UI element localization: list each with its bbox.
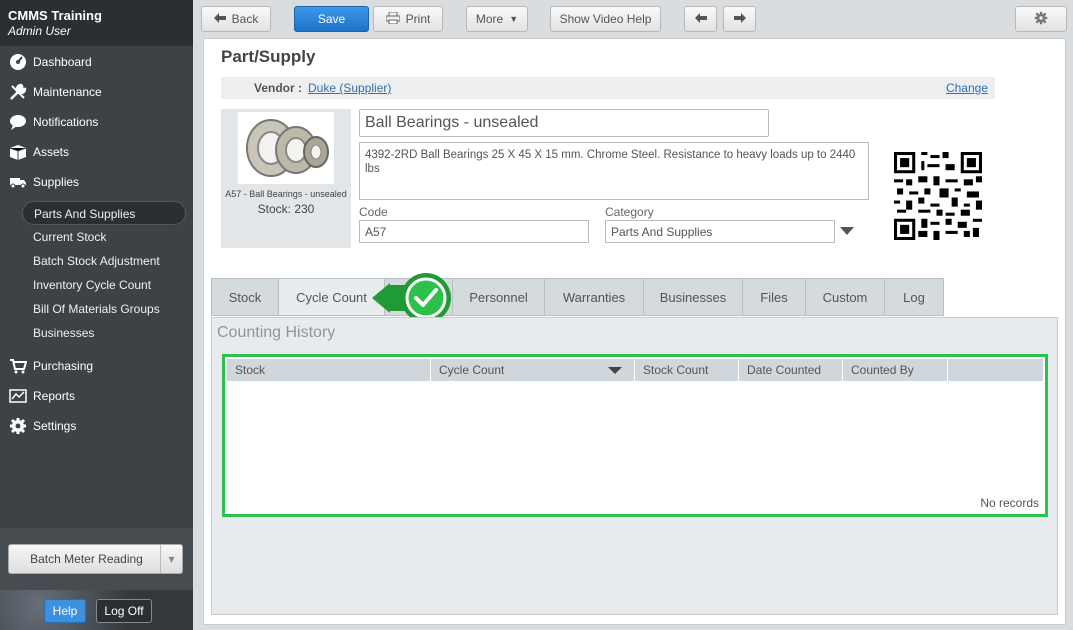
back-label: Back xyxy=(231,12,259,26)
part-image[interactable] xyxy=(238,112,334,184)
back-button[interactable]: Back xyxy=(201,6,271,32)
caret-down-icon: ▼ xyxy=(509,14,519,24)
show-video-help-button[interactable]: Show Video Help xyxy=(550,6,661,32)
category-label: Category xyxy=(605,205,654,219)
tab-personnel[interactable]: Personnel xyxy=(453,278,545,316)
save-button[interactable]: Save xyxy=(294,6,369,32)
code-input[interactable]: A57 xyxy=(359,220,589,243)
arrow-left-icon xyxy=(213,12,226,26)
printer-icon xyxy=(385,11,401,27)
tab-log[interactable]: Log xyxy=(885,278,944,316)
sidebar: CMMS Training Admin User Dashboard Maint… xyxy=(0,0,193,630)
sidebar-item-label: Reports xyxy=(33,389,76,403)
code-label: Code xyxy=(359,205,388,219)
print-label: Print xyxy=(405,12,431,26)
tab-files[interactable]: Files xyxy=(743,278,806,316)
gear-icon xyxy=(1034,11,1048,28)
sidebar-item-batch-stock-adjustment[interactable]: Batch Stock Adjustment xyxy=(0,249,193,273)
tab-businesses[interactable]: Businesses xyxy=(644,278,743,316)
sidebar-item-maintenance[interactable]: Maintenance xyxy=(0,77,193,107)
sidebar-item-label: Supplies xyxy=(33,175,80,189)
wrench-icon xyxy=(8,82,28,102)
sidebar-item-label: Assets xyxy=(33,145,70,159)
column-spacer xyxy=(948,359,1043,381)
next-record-button[interactable] xyxy=(723,6,756,32)
sidebar-item-label: Purchasing xyxy=(33,359,94,373)
chart-icon xyxy=(8,386,28,406)
settings-button[interactable] xyxy=(1015,6,1067,32)
sidebar-item-notifications[interactable]: Notifications xyxy=(0,107,193,137)
sidebar-item-label: Notifications xyxy=(33,115,99,129)
sidebar-item-label: Settings xyxy=(33,419,77,433)
tab-stock[interactable]: Stock xyxy=(211,278,279,316)
tab-warranties[interactable]: Warranties xyxy=(545,278,644,316)
counting-history-grid: Stock Cycle Count Stock Count Date Count… xyxy=(222,354,1048,517)
sidebar-item-inventory-cycle-count[interactable]: Inventory Cycle Count xyxy=(0,273,193,297)
sidebar-footer: Help Log Off xyxy=(0,590,193,630)
sidebar-item-settings[interactable]: Settings xyxy=(0,411,193,441)
column-stock-count[interactable]: Stock Count xyxy=(635,359,739,381)
tab-custom[interactable]: Custom xyxy=(806,278,885,316)
brand: CMMS Training Admin User xyxy=(0,0,193,46)
part-image-caption: A57 - Ball Bearings - unsealed xyxy=(225,189,347,199)
vendor-label: Vendor : xyxy=(254,81,303,95)
no-records-message: No records xyxy=(980,496,1039,510)
page-title: Part/Supply xyxy=(221,47,316,66)
sidebar-item-bill-of-materials-groups[interactable]: Bill Of Materials Groups xyxy=(0,297,193,321)
sidebar-item-current-stock[interactable]: Current Stock xyxy=(0,225,193,249)
grid-header: Stock Cycle Count Stock Count Date Count… xyxy=(227,359,1043,381)
arrow-left-icon xyxy=(694,12,707,26)
user-name: Admin User xyxy=(8,24,71,38)
sidebar-item-businesses[interactable]: Businesses xyxy=(0,321,193,345)
dashboard-icon xyxy=(8,52,28,72)
vendor-link[interactable]: Duke (Supplier) xyxy=(308,81,391,95)
app-title: CMMS Training xyxy=(8,8,102,23)
vendor-bar: Vendor : Duke (Supplier) Change xyxy=(221,77,995,99)
boxes-icon xyxy=(8,142,28,162)
counting-history-panel: Counting History Stock Cycle Count Stock… xyxy=(211,317,1058,615)
more-label: More xyxy=(475,12,504,26)
cart-icon xyxy=(8,356,28,376)
change-vendor-link[interactable]: Change xyxy=(946,81,988,95)
part-image-panel: A57 - Ball Bearings - unsealed Stock: 23… xyxy=(221,109,351,248)
tab-bar: Stock Cycle Count Personnel Warranties B… xyxy=(211,278,944,316)
gear-icon xyxy=(8,416,28,436)
column-counted-by[interactable]: Counted By xyxy=(843,359,948,381)
description-textarea[interactable]: 4392-2RD Ball Bearings 25 X 45 X 15 mm. … xyxy=(359,142,869,200)
column-date-counted[interactable]: Date Counted xyxy=(739,359,843,381)
sidebar-item-parts-and-supplies[interactable]: Parts And Supplies xyxy=(22,201,186,225)
log-off-button[interactable]: Log Off xyxy=(96,599,152,623)
part-name-input[interactable]: Ball Bearings - unsealed xyxy=(359,109,769,137)
previous-record-button[interactable] xyxy=(684,6,717,32)
more-dropdown[interactable]: More ▼ xyxy=(466,6,528,32)
sidebar-item-label: Dashboard xyxy=(33,55,92,69)
toolbar: Back Save Print More ▼ Show Video Help xyxy=(193,0,1073,38)
column-cycle-count[interactable]: Cycle Count xyxy=(431,359,635,381)
column-stock[interactable]: Stock xyxy=(227,359,431,381)
counting-history-title: Counting History xyxy=(217,324,336,341)
category-dropdown-icon[interactable] xyxy=(840,227,854,235)
chevron-down-icon[interactable]: ▾ xyxy=(160,545,182,573)
print-button[interactable]: Print xyxy=(373,6,443,32)
batch-meter-reading-button[interactable]: Batch Meter Reading ▾ xyxy=(8,544,183,574)
sidebar-item-assets[interactable]: Assets xyxy=(0,137,193,167)
main-panel: Part/Supply Vendor : Duke (Supplier) Cha… xyxy=(203,38,1066,625)
stock-count: Stock: 230 xyxy=(257,202,315,216)
sidebar-item-supplies[interactable]: Supplies xyxy=(0,167,193,197)
sidebar-item-reports[interactable]: Reports xyxy=(0,381,193,411)
chat-bubble-icon xyxy=(8,112,28,132)
sidebar-item-label: Maintenance xyxy=(33,85,102,99)
arrow-right-icon xyxy=(733,12,746,26)
category-select[interactable]: Parts And Supplies xyxy=(605,220,835,243)
sidebar-item-dashboard[interactable]: Dashboard xyxy=(0,47,193,77)
supplies-submenu: Parts And Supplies Current Stock Batch S… xyxy=(0,197,193,351)
help-button[interactable]: Help xyxy=(44,599,86,623)
sort-desc-icon xyxy=(608,367,622,374)
sidebar-item-purchasing[interactable]: Purchasing xyxy=(0,351,193,381)
column-label: Cycle Count xyxy=(439,363,505,377)
sidebar-bottom: Batch Meter Reading ▾ xyxy=(0,528,193,590)
batch-meter-reading-label: Batch Meter Reading xyxy=(30,552,143,566)
qr-code xyxy=(894,152,982,240)
truck-icon xyxy=(8,172,28,192)
